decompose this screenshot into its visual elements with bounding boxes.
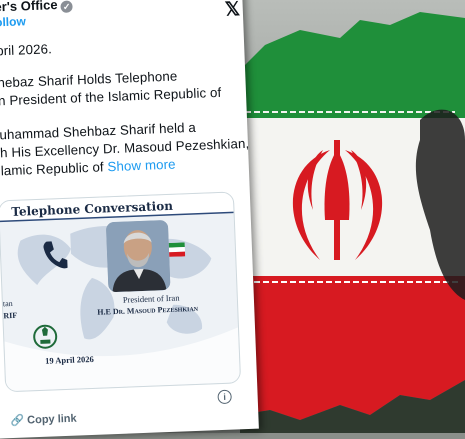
verified-icon: ✓	[60, 0, 73, 13]
follow-button[interactable]: ollow	[0, 14, 26, 29]
x-logo-icon[interactable]: 𝕏	[224, 0, 240, 22]
conversation-date: 19 April 2026	[44, 353, 94, 366]
phone-icon	[43, 241, 68, 269]
tweet-text-line: pril 2026.	[0, 41, 53, 59]
copy-link-button[interactable]: 🔗 Copy link	[10, 412, 77, 428]
tweet-text-line: lamic Republic of Show more	[1, 157, 176, 179]
info-icon[interactable]: i	[217, 389, 232, 405]
left-name-partial: RIF	[3, 310, 18, 321]
left-caption-partial: tan	[2, 298, 13, 309]
tweet-text-fragment: lamic Republic of	[0, 159, 104, 179]
pakistan-emblem-icon	[33, 324, 58, 349]
show-more-link[interactable]: Show more	[107, 157, 176, 175]
iran-flag-icon	[168, 242, 186, 257]
tweet-image[interactable]: Telephone Conversation tan RIF President…	[0, 191, 242, 393]
president-portrait	[105, 219, 171, 293]
tweet-card[interactable]: er's Office ✓ ollow 𝕏 pril 2026. hebaz Sh…	[0, 0, 259, 439]
account-name[interactable]: er's Office ✓	[0, 0, 73, 15]
link-icon: 🔗	[10, 414, 25, 428]
